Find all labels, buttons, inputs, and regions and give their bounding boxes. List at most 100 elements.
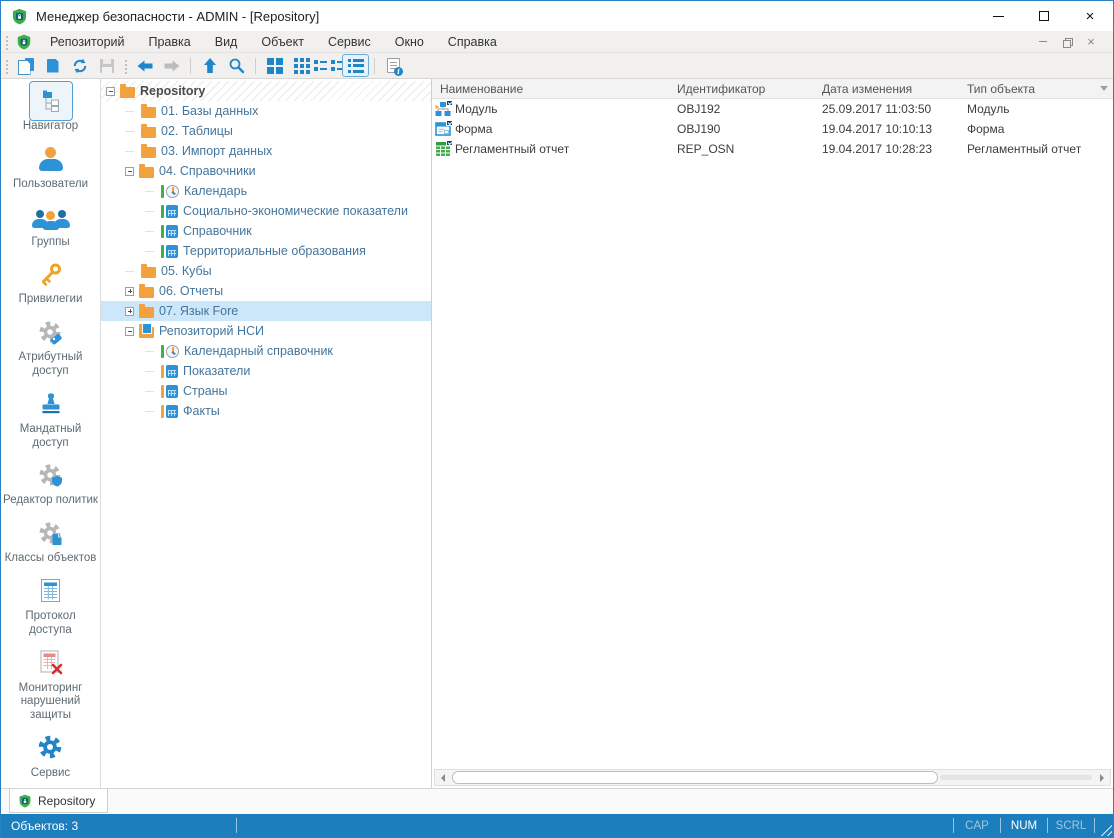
tree-guide	[145, 211, 161, 212]
close-repository-button[interactable]	[39, 54, 66, 77]
small-icons-view-button[interactable]	[288, 54, 315, 77]
sidebar-item-attribute-access[interactable]: Атрибутный доступ	[3, 316, 99, 379]
tree-item[interactable]: Справочник	[101, 221, 431, 241]
column-header-modified-date[interactable]: Дата изменения	[814, 82, 959, 96]
menu-window[interactable]: Окно	[383, 32, 436, 52]
tree-item[interactable]: Факты	[101, 401, 431, 421]
tree-item[interactable]: Страны	[101, 381, 431, 401]
menu-service[interactable]: Сервис	[316, 32, 383, 52]
tab-repository[interactable]: Repository	[9, 789, 108, 813]
tree-item[interactable]: 06. Отчеты	[101, 281, 431, 301]
scrollbar-track[interactable]	[940, 775, 1092, 780]
toolbar: i	[1, 53, 1113, 79]
minimize-button[interactable]	[975, 1, 1021, 31]
table-row[interactable]: Модуль OBJ192 25.09.2017 11:03:50 Модуль	[432, 99, 1113, 119]
tree-item[interactable]: 05. Кубы	[101, 261, 431, 281]
tree-item[interactable]: Территориальные образования	[101, 241, 431, 261]
search-button[interactable]	[223, 54, 250, 77]
tree-guide	[145, 251, 161, 252]
menu-repository[interactable]: Репозиторий	[38, 32, 137, 52]
tree-item[interactable]: 01. Базы данных	[101, 101, 431, 121]
tree-item[interactable]: Репозиторий НСИ	[101, 321, 431, 341]
expand-icon[interactable]	[125, 287, 134, 296]
column-header-object-type[interactable]: Тип объекта	[959, 82, 1095, 96]
scroll-right-button[interactable]	[1094, 770, 1110, 785]
expand-icon[interactable]	[125, 307, 134, 316]
sidebar-item-service[interactable]: Сервис	[3, 732, 99, 781]
num-lock-indicator: NUM	[1001, 820, 1047, 832]
tree-guide	[125, 131, 141, 132]
forward-button[interactable]	[158, 54, 185, 77]
dictionary-table-icon	[166, 205, 178, 218]
sidebar-item-navigator[interactable]: Навигатор	[3, 85, 99, 134]
repository-tree: Repository 01. Базы данных 02. Таблицы 0…	[101, 79, 431, 788]
small-icons-view-icon	[294, 58, 310, 74]
sidebar-item-object-classes[interactable]: Классы объектов	[3, 517, 99, 566]
tree-item-repository-root[interactable]: Repository	[101, 81, 431, 101]
list-view-button[interactable]	[315, 54, 342, 77]
collapse-icon[interactable]	[106, 87, 115, 96]
large-icons-view-button[interactable]	[261, 54, 288, 77]
menu-view[interactable]: Вид	[203, 32, 250, 52]
toolbar-grip-2[interactable]	[123, 58, 127, 74]
details-view-button[interactable]	[342, 54, 369, 77]
objects-count: Объектов: 3	[11, 819, 236, 833]
status-bar: Объектов: 3 CAP NUM SCRL	[1, 814, 1113, 837]
tree-item[interactable]: 03. Импорт данных	[101, 141, 431, 161]
module-icon	[435, 101, 451, 117]
menu-object[interactable]: Объект	[249, 32, 316, 52]
close-button[interactable]: ×	[1067, 1, 1113, 31]
mdi-close-icon: ×	[1087, 35, 1095, 48]
sidebar-item-privileges[interactable]: Привилегии	[3, 258, 99, 307]
open-repository-button[interactable]	[12, 54, 39, 77]
sidebar-item-violations-monitoring[interactable]: Мониторинг нарушений защиты	[3, 647, 99, 723]
table-row[interactable]: Регламентный отчет REP_OSN 19.04.2017 10…	[432, 139, 1113, 159]
toolbar-grip-1[interactable]	[4, 58, 8, 74]
tree-item[interactable]: Социально-экономические показатели	[101, 201, 431, 221]
nsi-repository-icon	[139, 327, 154, 338]
refresh-button[interactable]	[66, 54, 93, 77]
maximize-button[interactable]	[1021, 1, 1067, 31]
properties-button[interactable]: i	[380, 54, 407, 77]
mdi-app-shield-icon[interactable]	[16, 34, 32, 50]
tree-item[interactable]: 02. Таблицы	[101, 121, 431, 141]
mdi-restore-button[interactable]	[1055, 33, 1079, 51]
menubar-grip[interactable]	[4, 34, 8, 50]
object-identifier: OBJ192	[669, 102, 814, 116]
tree-item-selected[interactable]: 07. Язык Fore	[101, 301, 431, 321]
sidebar-item-mandatory-access[interactable]: Мандатный доступ	[3, 388, 99, 451]
column-header-name[interactable]: Наименование	[432, 82, 669, 96]
calendar-dictionary-icon	[166, 345, 179, 358]
sidebar-item-groups[interactable]: Группы	[3, 201, 99, 250]
up-level-button[interactable]	[196, 54, 223, 77]
menu-edit[interactable]: Правка	[137, 32, 203, 52]
sidebar-item-label: Группы	[31, 236, 69, 250]
collapse-icon[interactable]	[125, 327, 134, 336]
close-icon: ×	[1086, 9, 1095, 24]
resize-grip[interactable]	[1098, 822, 1112, 836]
save-button[interactable]	[93, 54, 120, 77]
tree-item-label: Репозиторий НСИ	[159, 324, 264, 338]
tree-item-label: Территориальные образования	[183, 244, 366, 258]
tree-guide	[145, 411, 161, 412]
column-chooser-button[interactable]	[1095, 86, 1113, 91]
sidebar-item-users[interactable]: Пользователи	[3, 143, 99, 192]
table-row[interactable]: Форма OBJ190 19.04.2017 10:10:13 Форма	[432, 119, 1113, 139]
tree-item[interactable]: Календарь	[101, 181, 431, 201]
folder-icon	[141, 147, 156, 158]
tree-item[interactable]: Показатели	[101, 361, 431, 381]
sidebar-item-policy-editor[interactable]: Редактор политик	[3, 459, 99, 508]
tree-item[interactable]: 04. Справочники	[101, 161, 431, 181]
tree-guide	[145, 351, 161, 352]
back-button[interactable]	[131, 54, 158, 77]
collapse-icon[interactable]	[125, 167, 134, 176]
scroll-left-button[interactable]	[435, 770, 451, 785]
horizontal-scrollbar[interactable]	[434, 769, 1111, 786]
sidebar-item-access-log[interactable]: Протокол доступа	[3, 575, 99, 638]
scrollbar-thumb[interactable]	[452, 771, 938, 784]
mdi-minimize-button[interactable]	[1031, 33, 1055, 51]
mdi-close-button[interactable]: ×	[1079, 33, 1103, 51]
column-header-identifier[interactable]: Идентификатор	[669, 82, 814, 96]
menu-help[interactable]: Справка	[436, 32, 509, 52]
tree-item[interactable]: Календарный справочник	[101, 341, 431, 361]
